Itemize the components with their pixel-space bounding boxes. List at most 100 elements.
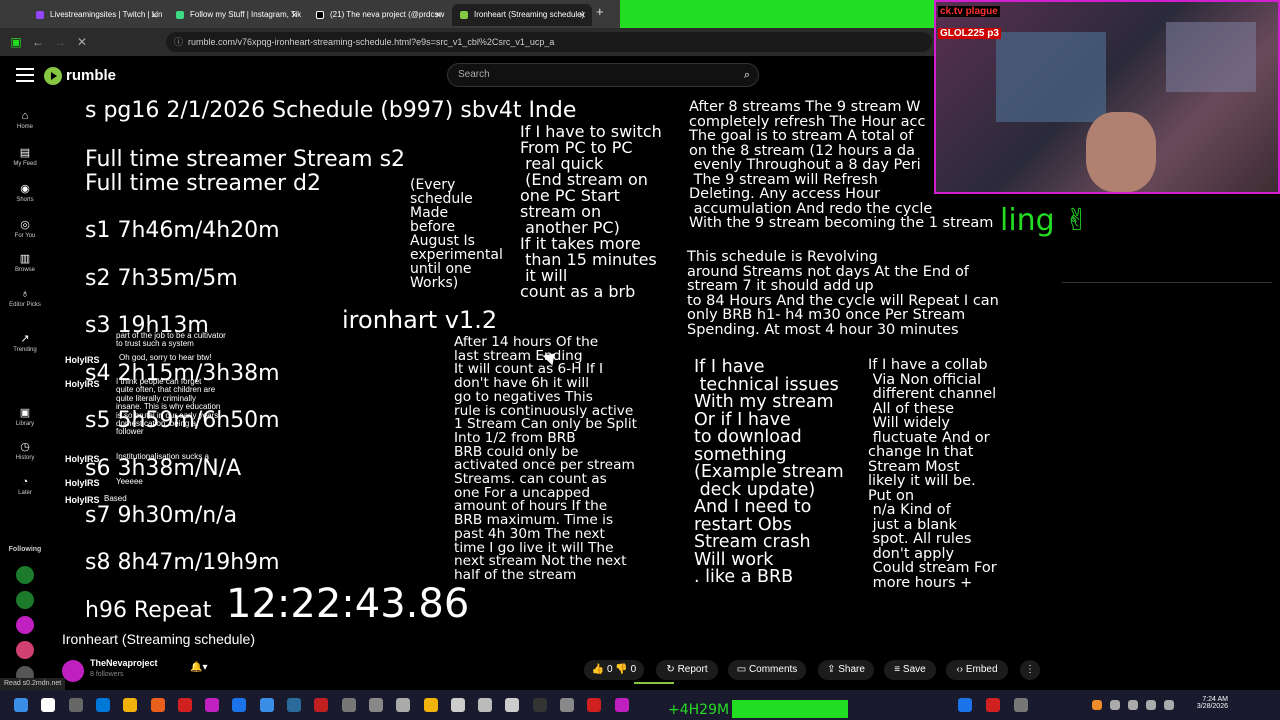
taskbar-app-icon[interactable] [232, 698, 247, 712]
repeat-label: h96 Repeat [85, 598, 212, 623]
close-tab-icon[interactable]: ✕ [290, 4, 298, 26]
tab-livestreamingsites[interactable]: Livestreamingsites | Twitch | Lin ✕ [28, 4, 164, 26]
close-tab-icon[interactable]: ✕ [150, 4, 158, 26]
taskbar-app-icon[interactable] [68, 698, 83, 712]
windows-start-icon[interactable] [14, 698, 28, 712]
twitch-favicon-icon [36, 11, 44, 19]
taskbar-app-icon[interactable] [1014, 698, 1028, 712]
monitor-shape [996, 32, 1106, 122]
close-tab-icon[interactable]: ✕ [434, 4, 442, 26]
embed-button[interactable]: ‹› Embed [946, 660, 1008, 680]
taskbar-app-icon[interactable] [95, 698, 110, 712]
taskbar-app-icon[interactable] [505, 698, 520, 712]
report-button[interactable]: ↻ Report [656, 660, 718, 680]
sidebar-item-trending[interactable]: ↗ Trending [0, 332, 50, 353]
address-bar[interactable]: ⓘ rumble.com/v76xpqg-ironheart-streaming-… [166, 32, 932, 52]
chat-message: Yeeeee [116, 477, 143, 486]
taskbar-app-icon[interactable] [396, 698, 411, 712]
taskbar-app-icon[interactable] [986, 698, 1000, 712]
tab-neva-project[interactable]: (21) The neva project (@prdcsw ✕ [308, 4, 448, 26]
chat-message: Based [104, 494, 127, 503]
following-heading: Following [8, 546, 42, 553]
followed-channel-avatar[interactable] [16, 566, 34, 584]
sidebar-item-label: Later [18, 490, 32, 496]
close-tab-icon[interactable]: ✕ [578, 4, 586, 26]
system-tray-icon[interactable] [1146, 700, 1156, 710]
thumbs-down-icon[interactable]: 👎 [615, 664, 630, 675]
chat-username: HolyIRS [65, 495, 100, 505]
rumble-logo-icon [44, 67, 62, 85]
back-icon[interactable]: ← [30, 34, 46, 50]
clock[interactable]: 7:24 AM 3/28/2026 [1180, 696, 1228, 710]
chat-message-fragment: part of the job to be a cultivator to tr… [116, 331, 226, 349]
new-tab-button[interactable]: + [596, 4, 604, 19]
status-bar: Read s0.2mdn.net [0, 678, 66, 690]
taskbar-app-icon[interactable] [478, 698, 493, 712]
taskbar-app-icon[interactable] [314, 698, 329, 712]
followed-channel-avatar[interactable] [16, 616, 34, 634]
system-tray-icon[interactable] [1128, 700, 1138, 710]
followed-channel-avatar[interactable] [16, 591, 34, 609]
comments-button[interactable]: ▭ Comments [728, 660, 806, 680]
video-player[interactable]: s pg16 2/1/2026 Schedule (b997) sbv4t In… [50, 96, 1060, 628]
followed-channel-avatar[interactable] [16, 641, 34, 659]
embed-icon: ‹› [956, 664, 966, 675]
taskbar-app-icon[interactable] [205, 698, 220, 712]
taskbar [0, 690, 1280, 720]
taskbar-app-icon[interactable] [614, 698, 629, 712]
after-14-hours-note: After 14 hours Of the last stream Ending… [454, 334, 638, 583]
sidebar-item-shorts[interactable]: ◉ Shorts [0, 182, 50, 203]
taskbar-app-icon[interactable] [341, 698, 356, 712]
taskbar-app-icon[interactable] [150, 698, 165, 712]
taskbar-app-icon[interactable] [532, 698, 547, 712]
sidebar-item-history[interactable]: ◷ History [0, 440, 50, 461]
sidebar-item-later[interactable]: ◔ Later [0, 476, 50, 496]
system-tray-icon[interactable] [1110, 700, 1120, 710]
sidebar-item-my-feed[interactable]: ▤ My Feed [0, 146, 50, 167]
like-ratio-bar [634, 682, 674, 684]
channel-avatar[interactable] [62, 660, 84, 682]
taskbar-app-icon[interactable] [287, 698, 301, 712]
reload-icon[interactable]: ✕ [74, 34, 90, 50]
sidebar-item-for-you[interactable]: ◎ For You [0, 218, 50, 239]
search-input[interactable]: Search ⌕ [447, 63, 759, 87]
system-tray-icon[interactable] [1092, 700, 1102, 710]
sidebar-item-label: For You [14, 233, 36, 239]
search-icon[interactable] [41, 698, 56, 712]
more-options-icon[interactable]: ⋮ [1020, 660, 1040, 680]
sidebar-item-editor-picks[interactable]: ♁ Editor Picks [0, 288, 50, 308]
channel-name[interactable]: TheNevaproject [90, 658, 158, 668]
sidebar-item-label: Trending [13, 347, 37, 353]
taskbar-app-icon[interactable] [587, 698, 602, 712]
taskbar-app-icon[interactable] [368, 698, 383, 712]
like-button[interactable]: 👍 0 👎 0 [584, 660, 644, 680]
taskbar-app-icon[interactable] [259, 698, 274, 712]
taskbar-app-icon[interactable] [177, 698, 192, 712]
revolving-note: This schedule is Revolving around Stream… [687, 249, 999, 338]
save-icon: ≡ [894, 664, 903, 675]
notification-bell-icon[interactable]: 🔔▾ [190, 662, 207, 673]
taskbar-app-icon[interactable] [560, 698, 574, 712]
save-button[interactable]: ≡ Save [884, 660, 936, 680]
taskbar-app-icon[interactable] [450, 698, 465, 712]
sidebar-toggle-icon[interactable]: ▣ [8, 34, 24, 50]
shorts-icon: ◉ [20, 183, 30, 195]
search-icon[interactable]: ⌕ [744, 64, 750, 86]
sidebar-item-browse[interactable]: ▥ Browse [0, 252, 50, 273]
tab-ironheart[interactable]: Ironheart (Streaming schedule) ✕ [452, 4, 592, 26]
share-button[interactable]: ⇪ Share [818, 660, 874, 680]
sidebar-item-home[interactable]: ⌂ Home [0, 110, 50, 130]
site-info-icon[interactable]: ⓘ [174, 32, 183, 52]
sidebar-item-library[interactable]: ▣ Library [0, 406, 50, 427]
dislike-count: 0 [630, 664, 637, 675]
forward-icon[interactable]: → [52, 34, 68, 50]
system-tray-icon[interactable] [1164, 700, 1174, 710]
overlay-green-strip [620, 0, 940, 28]
search-placeholder: Search [458, 69, 490, 80]
logo-text: rumble [66, 67, 117, 84]
menu-icon[interactable] [16, 68, 34, 82]
taskbar-app-icon[interactable] [958, 698, 972, 712]
taskbar-app-icon[interactable] [423, 698, 438, 712]
tab-follow-my-stuff[interactable]: Follow my Stuff | Instagram, Tik ✕ [168, 4, 304, 26]
taskbar-app-icon[interactable] [123, 698, 138, 712]
